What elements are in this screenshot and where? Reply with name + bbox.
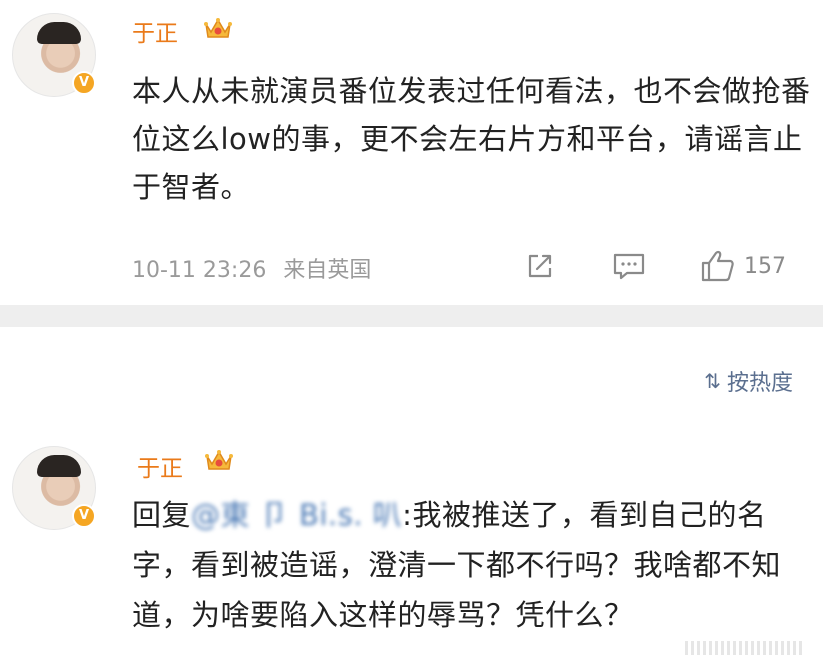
comment-button[interactable] [612, 249, 646, 283]
avatar[interactable]: V [12, 13, 96, 97]
weibo-post: V 于正 本人从未就演员番位发表过任何看法，也不会做抢番位这么low的事，更不会… [0, 0, 823, 305]
reply-text: 回复@東 卩 Bi.s. 叭:我被推送了，看到自己的名字，看到被造谣，澄清一下都… [132, 490, 812, 640]
verified-badge-icon: V [72, 504, 96, 528]
sort-icon: ⇅ [704, 369, 721, 393]
crown-icon [205, 450, 233, 470]
watermark [685, 641, 805, 655]
verified-badge-icon: V [72, 71, 96, 95]
reply-avatar[interactable]: V [12, 446, 96, 530]
reply-prefix: 回复 [132, 498, 192, 532]
like-count: 157 [744, 253, 786, 279]
thumbs-up-icon [701, 250, 734, 282]
repost-button[interactable] [524, 249, 556, 283]
crown-icon [204, 18, 232, 38]
mention-link[interactable]: @東 卩 Bi.s. 叭 [191, 498, 402, 532]
post-time: 10-11 23:26 [132, 258, 267, 283]
post-meta: 10-11 23:26 来自英国 [132, 252, 371, 284]
reply-username[interactable]: 于正 [137, 449, 183, 483]
share-icon [528, 254, 552, 278]
section-divider [0, 305, 823, 327]
sort-label: 按热度 [726, 371, 793, 396]
like-button[interactable]: 157 [700, 249, 786, 283]
sort-by-hot-button[interactable]: ⇅ 按热度 [704, 365, 793, 397]
post-text: 本人从未就演员番位发表过任何看法，也不会做抢番位这么low的事，更不会左右片方和… [132, 74, 811, 204]
comment-icon [613, 253, 645, 280]
post-username[interactable]: 于正 [132, 14, 178, 48]
post-source: 来自英国 [283, 258, 372, 283]
